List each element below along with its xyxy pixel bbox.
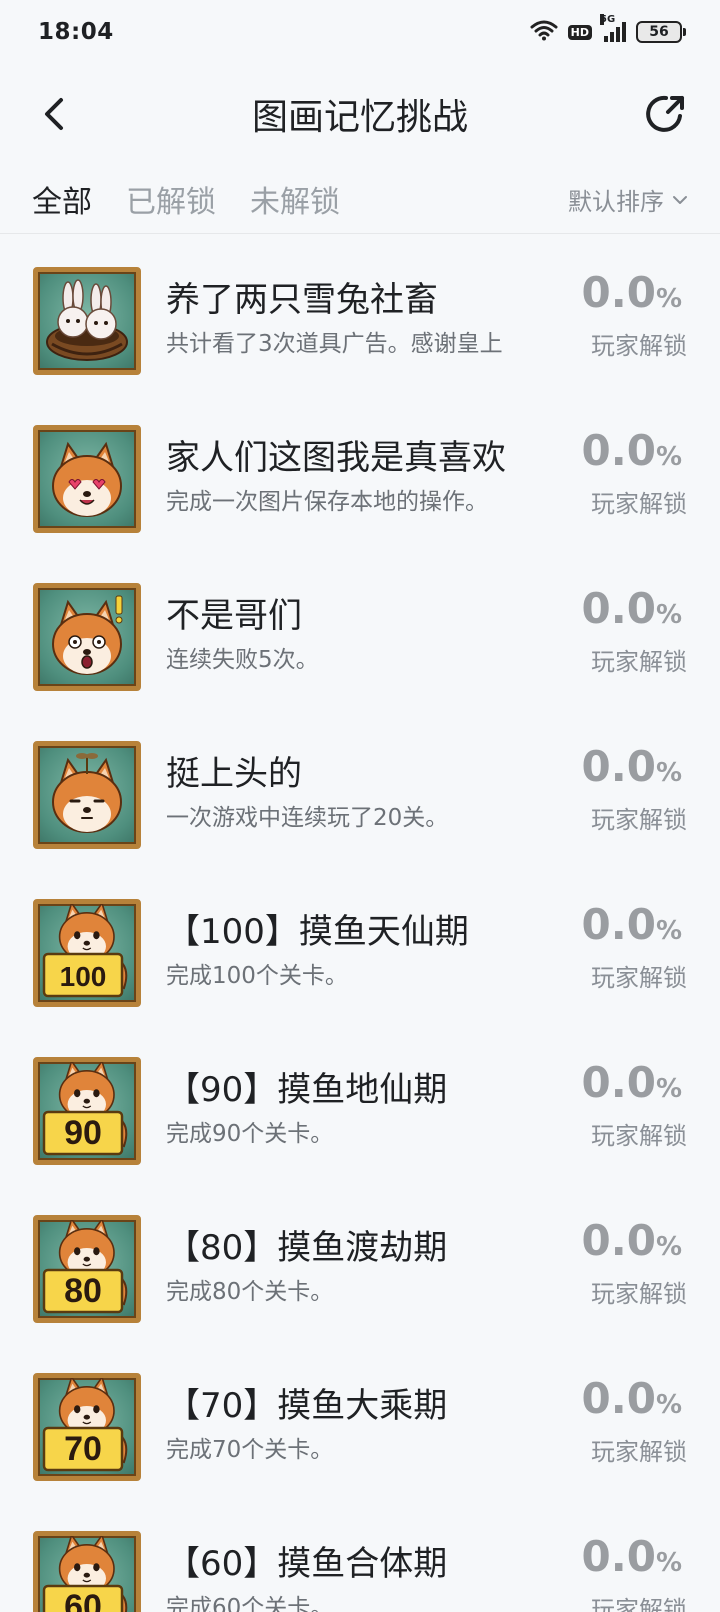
achievement-description: 连续失败5次。: [166, 647, 319, 673]
achievement-title: 不是哥们: [166, 596, 302, 636]
page-title: 图画记忆挑战: [251, 97, 468, 138]
battery-icon: 56: [636, 21, 686, 43]
percent-unit: %: [655, 1548, 682, 1578]
unlock-percentage: 0.0%: [582, 426, 682, 475]
achievement-title: 家人们这图我是真喜欢: [166, 438, 506, 478]
achievement-row[interactable]: 挺上头的 一次游戏中连续玩了20关。 0.0% 玩家解锁: [0, 708, 720, 866]
achievement-description: 一次游戏中连续玩了20关。: [166, 805, 449, 831]
unlock-percentage: 0.0%: [582, 1216, 682, 1265]
fox-sign-icon: 70: [33, 1373, 141, 1481]
tab-unlocked[interactable]: 已解锁: [126, 177, 216, 221]
chevron-left-icon[interactable]: [30, 90, 78, 138]
unlock-label: 玩家解锁: [591, 490, 687, 518]
achievement-row[interactable]: 不是哥们 连续失败5次。 0.0% 玩家解锁: [0, 550, 720, 708]
unlock-label: 玩家解锁: [591, 806, 687, 834]
status-bar: 18:04 HD 5G 56: [0, 0, 720, 64]
achievement-title: 【80】摸鱼渡劫期: [166, 1228, 448, 1268]
percent-unit: %: [655, 284, 682, 314]
status-icons: HD 5G 56: [530, 14, 686, 45]
battery-level: 56: [649, 24, 669, 40]
unlock-percentage: 0.0%: [582, 1374, 682, 1423]
tab-locked[interactable]: 未解锁: [250, 177, 340, 221]
unlock-percentage: 0.0%: [582, 742, 682, 791]
hd-icon: HD: [567, 24, 592, 40]
percent-value: 0.0: [581, 268, 656, 317]
unlock-label: 玩家解锁: [591, 1280, 687, 1308]
sprout-fox-icon: [33, 741, 141, 849]
achievement-row[interactable]: 70 【70】摸鱼大乘期 完成70个关卡。 0.0% 玩家解锁: [0, 1340, 720, 1498]
sort-label: 默认排序: [568, 188, 664, 216]
heart-eyes-fox-icon: [33, 425, 141, 533]
percent-value: 0.0: [581, 1216, 656, 1265]
percent-value: 0.0: [581, 584, 656, 633]
unlock-percentage: 0.0%: [582, 1058, 682, 1107]
achievement-description: 完成一次图片保存本地的操作。: [166, 489, 488, 515]
badge-number: 80: [64, 1272, 102, 1310]
achievement-description: 完成60个关卡。: [166, 1595, 334, 1612]
achievement-description: 完成70个关卡。: [166, 1437, 334, 1463]
badge-number: 100: [60, 961, 107, 992]
achievement-title: 【70】摸鱼大乘期: [166, 1386, 448, 1426]
wifi-icon: [530, 19, 558, 45]
unlock-label: 玩家解锁: [591, 964, 687, 992]
badge-number: 60: [64, 1588, 102, 1612]
chevron-down-icon: [673, 195, 687, 204]
sort-dropdown[interactable]: 默认排序: [568, 182, 688, 217]
unlock-percentage: 0.0%: [582, 1532, 682, 1581]
unlock-label: 玩家解锁: [591, 1122, 687, 1150]
unlock-label: 玩家解锁: [591, 1438, 687, 1466]
filter-tabs: 全部 已解锁 未解锁 默认排序: [0, 164, 720, 234]
share-icon[interactable]: [640, 88, 692, 140]
bunnies-nest-icon: [33, 267, 141, 375]
achievement-title: 【100】摸鱼天仙期: [166, 912, 469, 952]
achievement-description: 完成100个关卡。: [166, 963, 348, 989]
unlock-label: 玩家解锁: [591, 1596, 687, 1612]
percent-unit: %: [655, 1232, 682, 1262]
tab-all[interactable]: 全部: [32, 177, 92, 221]
percent-value: 0.0: [581, 1058, 656, 1107]
fox-sign-icon: 90: [33, 1057, 141, 1165]
achievement-row[interactable]: 100 【100】摸鱼天仙期 完成100个关卡。 0.0% 玩家解锁: [0, 866, 720, 1024]
unlock-percentage: 0.0%: [582, 900, 682, 949]
unlock-label: 玩家解锁: [591, 332, 687, 360]
achievement-description: 完成80个关卡。: [166, 1279, 334, 1305]
achievement-row[interactable]: 养了两只雪兔社畜 共计看了3次道具广告。感谢皇上 0.0% 玩家解锁: [0, 234, 720, 392]
unlock-percentage: 0.0%: [582, 268, 682, 317]
network-type-label: 5G: [600, 14, 616, 25]
fox-sign-icon: 60: [33, 1531, 141, 1612]
achievement-description: 共计看了3次道具广告。感谢皇上: [166, 331, 503, 357]
achievement-description: 完成90个关卡。: [166, 1121, 334, 1147]
unlock-percentage: 0.0%: [582, 584, 682, 633]
achievement-row[interactable]: 60 【60】摸鱼合体期 完成60个关卡。 0.0% 玩家解锁: [0, 1498, 720, 1612]
nav-bar: 图画记忆挑战: [0, 64, 720, 164]
achievement-title: 挺上头的: [166, 754, 302, 794]
percent-unit: %: [655, 1390, 682, 1420]
percent-value: 0.0: [581, 1532, 656, 1581]
percent-unit: %: [655, 442, 682, 472]
achievement-row[interactable]: 90 【90】摸鱼地仙期 完成90个关卡。 0.0% 玩家解锁: [0, 1024, 720, 1182]
percent-value: 0.0: [581, 426, 656, 475]
percent-value: 0.0: [581, 1374, 656, 1423]
cellular-signal-icon: 5G: [600, 14, 626, 42]
achievement-title: 【60】摸鱼合体期: [166, 1544, 448, 1584]
status-time: 18:04: [38, 19, 114, 45]
achievement-list: 养了两只雪兔社畜 共计看了3次道具广告。感谢皇上 0.0% 玩家解锁 家人们这图…: [0, 234, 720, 1612]
percent-value: 0.0: [581, 742, 656, 791]
percent-unit: %: [655, 1074, 682, 1104]
achievement-row[interactable]: 家人们这图我是真喜欢 完成一次图片保存本地的操作。 0.0% 玩家解锁: [0, 392, 720, 550]
shocked-fox-icon: [33, 583, 141, 691]
achievement-title: 【90】摸鱼地仙期: [166, 1070, 448, 1110]
badge-number: 90: [64, 1114, 102, 1152]
fox-sign-icon: 100: [33, 899, 141, 1007]
percent-unit: %: [655, 600, 682, 630]
badge-number: 70: [64, 1430, 102, 1468]
percent-unit: %: [655, 916, 682, 946]
percent-unit: %: [655, 758, 682, 788]
achievement-title: 养了两只雪兔社畜: [166, 280, 438, 320]
fox-sign-icon: 80: [33, 1215, 141, 1323]
percent-value: 0.0: [581, 900, 656, 949]
achievement-row[interactable]: 80 【80】摸鱼渡劫期 完成80个关卡。 0.0% 玩家解锁: [0, 1182, 720, 1340]
unlock-label: 玩家解锁: [591, 648, 687, 676]
